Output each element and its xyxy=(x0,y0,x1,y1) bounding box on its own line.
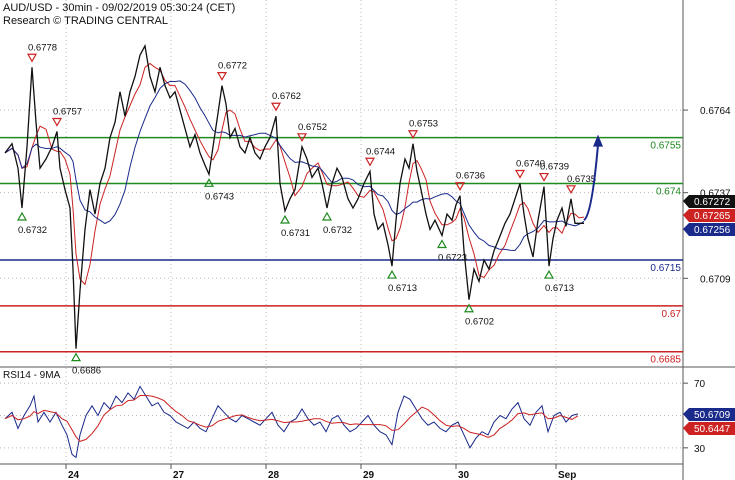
chart: 0.6755 0.674 0.6715 0.67 0.6685 0.6732 0.6778… xyxy=(0,0,735,480)
price-badge-label: 0.67265 xyxy=(694,211,731,222)
level-label: 0.6715 xyxy=(650,263,681,274)
pivot-low-label: 0.6732 xyxy=(323,225,352,236)
time-tick-label: 27 xyxy=(173,470,185,480)
pivot-low-label: 0.6686 xyxy=(72,366,101,377)
time-tick-label: 28 xyxy=(268,470,280,480)
pivot-low-label: 0.6723 xyxy=(438,252,467,263)
pivot-high-label: 0.6744 xyxy=(366,146,395,157)
rsi-badge-label: 50.6447 xyxy=(694,424,731,435)
rsi-badge-label: 50.6709 xyxy=(694,410,731,421)
rsi-tick-label: 70 xyxy=(694,379,706,390)
pivot-high-label: 0.6778 xyxy=(28,42,57,53)
time-tick-label: 29 xyxy=(363,470,375,480)
chart-subtitle: Research © TRADING CENTRAL xyxy=(3,15,168,27)
pivot-low-label: 0.6743 xyxy=(205,191,234,202)
time-axis: 24 27 28 29 30 Sep xyxy=(65,464,576,480)
pivot-high-label: 0.6735 xyxy=(567,174,596,185)
pivot-high-label: 0.6736 xyxy=(456,171,485,182)
rsi-tick-label: 30 xyxy=(694,444,706,455)
time-tick-label: 24 xyxy=(68,470,80,480)
price-badge-label: 0.67256 xyxy=(694,225,731,236)
pivot-low-label: 0.6713 xyxy=(545,283,574,294)
price-axis: 0.67640.67370.67090.672720.672650.672567… xyxy=(683,106,735,455)
level-label: 0.67 xyxy=(662,309,682,320)
rsi-ma-line xyxy=(4,395,579,442)
pivot-low-label: 0.6702 xyxy=(465,317,494,328)
rsi-series xyxy=(4,385,579,459)
pivot-low-label: 0.6731 xyxy=(281,228,310,239)
pivot-high-label: 0.6762 xyxy=(272,91,301,102)
chart-title: AUD/USD - 30min - 09/02/2019 05:30:24 (C… xyxy=(3,2,235,14)
pivot-high-label: 0.6757 xyxy=(53,107,82,118)
price-tick-label: 0.6709 xyxy=(700,274,731,285)
pivot-low-label: 0.6732 xyxy=(18,225,47,236)
pivot-low-label: 0.6713 xyxy=(388,283,417,294)
time-tick-label: Sep xyxy=(558,470,576,480)
pivot-high-label: 0.6752 xyxy=(298,122,327,133)
rsi-title: RSI14 - 9MA xyxy=(3,370,61,381)
price-tick-label: 0.6764 xyxy=(700,106,731,117)
level-label: 0.6685 xyxy=(650,355,681,366)
pivot-high-label: 0.6753 xyxy=(409,119,438,130)
price-badge-label: 0.67272 xyxy=(694,197,731,208)
level-label: 0.674 xyxy=(656,187,681,198)
pivot-high-label: 0.6739 xyxy=(540,162,569,173)
pivot-high-label: 0.6772 xyxy=(218,61,247,72)
level-label: 0.6755 xyxy=(650,141,681,152)
time-tick-label: 30 xyxy=(458,470,470,480)
